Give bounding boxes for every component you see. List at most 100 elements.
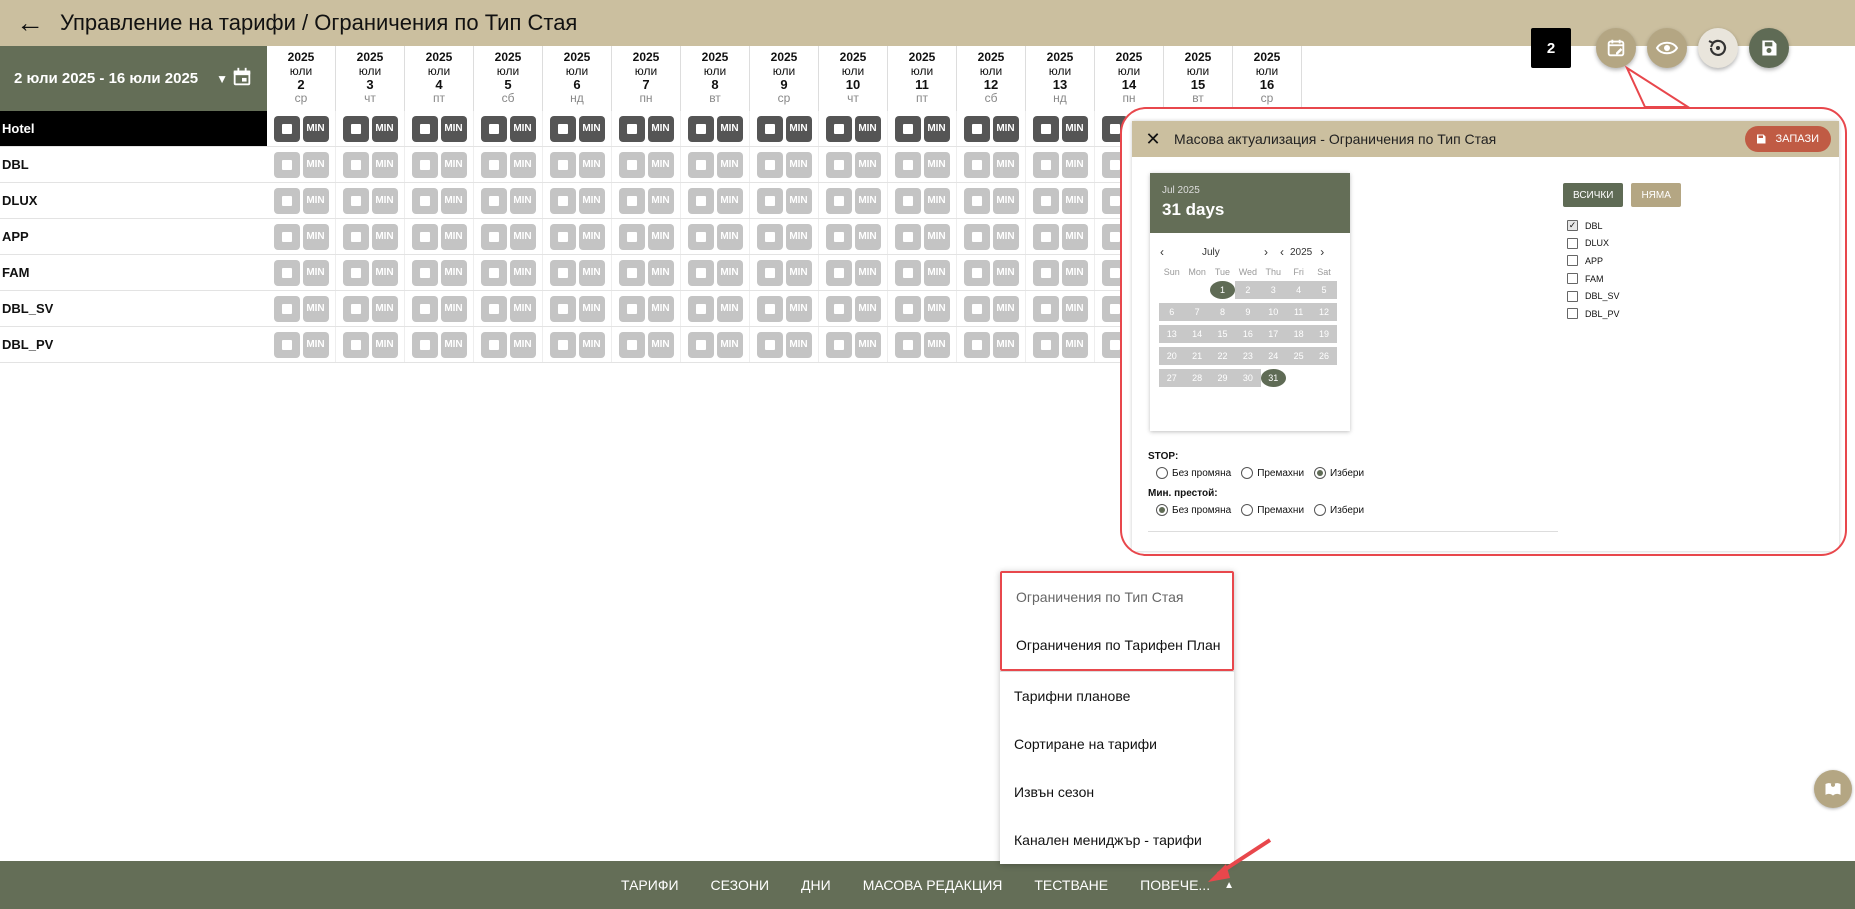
min-stay-button[interactable]: MIN [578, 187, 605, 214]
calendar-day[interactable]: 10 [1260, 303, 1286, 321]
min-stay-button[interactable]: MIN [785, 259, 812, 286]
stop-option[interactable]: Без промяна [1156, 467, 1231, 479]
room-type-item[interactable]: DBL_SV [1567, 287, 1620, 305]
stop-toggle[interactable] [1032, 295, 1059, 322]
prev-year-icon[interactable]: ‹ [1280, 245, 1284, 259]
min-stay-button[interactable]: MIN [854, 115, 881, 142]
stop-toggle[interactable] [756, 223, 783, 250]
min-stay-button[interactable]: MIN [992, 115, 1019, 142]
stop-toggle[interactable] [549, 259, 576, 286]
stop-toggle[interactable] [894, 115, 921, 142]
checkbox-icon[interactable] [1567, 290, 1578, 302]
room-type-item[interactable]: APP [1567, 252, 1620, 270]
stop-toggle[interactable] [480, 187, 507, 214]
stop-toggle[interactable] [273, 115, 300, 142]
stop-toggle[interactable] [411, 151, 438, 178]
calendar-day[interactable]: 26 [1311, 347, 1337, 365]
nav-testing[interactable]: ТЕСТВАНЕ [1034, 877, 1108, 893]
stop-toggle[interactable] [825, 151, 852, 178]
next-year-icon[interactable]: › [1320, 245, 1324, 259]
radio-button-icon[interactable] [1241, 467, 1254, 479]
min-stay-button[interactable]: MIN [854, 151, 881, 178]
min-stay-button[interactable]: MIN [992, 187, 1019, 214]
min-stay-button[interactable]: MIN [371, 259, 398, 286]
stop-toggle[interactable] [618, 295, 645, 322]
stop-toggle[interactable] [825, 259, 852, 286]
min_stay-option[interactable]: Избери [1314, 504, 1364, 516]
min-stay-button[interactable]: MIN [1061, 187, 1088, 214]
min-stay-button[interactable]: MIN [1061, 331, 1088, 358]
calendar-day[interactable]: 12 [1311, 303, 1337, 321]
min-stay-button[interactable]: MIN [302, 115, 329, 142]
stop-toggle[interactable] [411, 115, 438, 142]
min-stay-button[interactable]: MIN [302, 187, 329, 214]
stop-toggle[interactable] [756, 115, 783, 142]
stop-toggle[interactable] [825, 295, 852, 322]
radio-button-icon[interactable] [1314, 467, 1327, 479]
stop-toggle[interactable] [894, 331, 921, 358]
stop-toggle[interactable] [480, 151, 507, 178]
min-stay-button[interactable]: MIN [854, 295, 881, 322]
min-stay-button[interactable]: MIN [854, 187, 881, 214]
min-stay-button[interactable]: MIN [785, 151, 812, 178]
min-stay-button[interactable]: MIN [647, 187, 674, 214]
select-all-button[interactable]: ВСИЧКИ [1563, 183, 1624, 207]
stop-toggle[interactable] [687, 151, 714, 178]
stop-toggle[interactable] [1032, 115, 1059, 142]
calendar-day[interactable]: 11 [1285, 303, 1312, 321]
calendar-day[interactable]: 25 [1285, 347, 1312, 365]
stop-toggle[interactable] [963, 259, 990, 286]
stop-toggle[interactable] [756, 295, 783, 322]
stop-toggle[interactable] [1032, 331, 1059, 358]
stop-toggle[interactable] [411, 187, 438, 214]
nav-seasons[interactable]: СЕЗОНИ [711, 877, 770, 893]
min-stay-button[interactable]: MIN [440, 331, 467, 358]
stop-toggle[interactable] [894, 295, 921, 322]
nav-rates[interactable]: ТАРИФИ [621, 877, 679, 893]
stop-toggle[interactable] [549, 331, 576, 358]
min-stay-button[interactable]: MIN [302, 223, 329, 250]
min-stay-button[interactable]: MIN [923, 295, 950, 322]
min-stay-button[interactable]: MIN [509, 259, 536, 286]
min-stay-button[interactable]: MIN [992, 331, 1019, 358]
stop-toggle[interactable] [963, 295, 990, 322]
calendar-day[interactable]: 23 [1235, 347, 1261, 365]
calendar-day[interactable]: 21 [1184, 347, 1210, 365]
stop-toggle[interactable] [342, 295, 369, 322]
nav-more[interactable]: ПОВЕЧЕ... [1140, 877, 1210, 893]
stop-toggle[interactable] [1032, 259, 1059, 286]
min-stay-button[interactable]: MIN [371, 295, 398, 322]
calendar-day[interactable]: 6 [1159, 303, 1185, 321]
calendar-day[interactable]: 4 [1285, 281, 1312, 299]
stop-toggle[interactable] [1032, 223, 1059, 250]
stop-toggle[interactable] [273, 331, 300, 358]
min-stay-button[interactable]: MIN [716, 295, 743, 322]
calendar-day[interactable]: 1 [1209, 281, 1236, 299]
menu-item-off-season[interactable]: Извън сезон [1000, 768, 1234, 816]
eye-icon[interactable] [1647, 28, 1687, 68]
stop-toggle[interactable] [756, 331, 783, 358]
stop-toggle[interactable] [894, 151, 921, 178]
calendar-day[interactable]: 24 [1260, 347, 1286, 365]
min-stay-button[interactable]: MIN [923, 187, 950, 214]
stop-toggle[interactable] [894, 259, 921, 286]
calendar-day[interactable]: 16 [1235, 325, 1261, 343]
stop-option[interactable]: Премахни [1241, 467, 1304, 479]
stop-toggle[interactable] [342, 187, 369, 214]
stop-toggle[interactable] [756, 259, 783, 286]
min-stay-button[interactable]: MIN [716, 115, 743, 142]
calendar-day[interactable]: 9 [1235, 303, 1261, 321]
radio-button-icon[interactable] [1314, 504, 1327, 516]
calendar-edit-icon[interactable] [1596, 28, 1636, 68]
stop-toggle[interactable] [480, 223, 507, 250]
radio-button-icon[interactable] [1156, 467, 1168, 479]
min-stay-button[interactable]: MIN [1061, 115, 1088, 142]
stop-toggle[interactable] [687, 115, 714, 142]
min-stay-button[interactable]: MIN [578, 223, 605, 250]
min-stay-button[interactable]: MIN [440, 151, 467, 178]
min-stay-button[interactable]: MIN [371, 187, 398, 214]
min-stay-button[interactable]: MIN [371, 115, 398, 142]
min-stay-button[interactable]: MIN [854, 223, 881, 250]
stop-toggle[interactable] [963, 331, 990, 358]
min-stay-button[interactable]: MIN [578, 115, 605, 142]
